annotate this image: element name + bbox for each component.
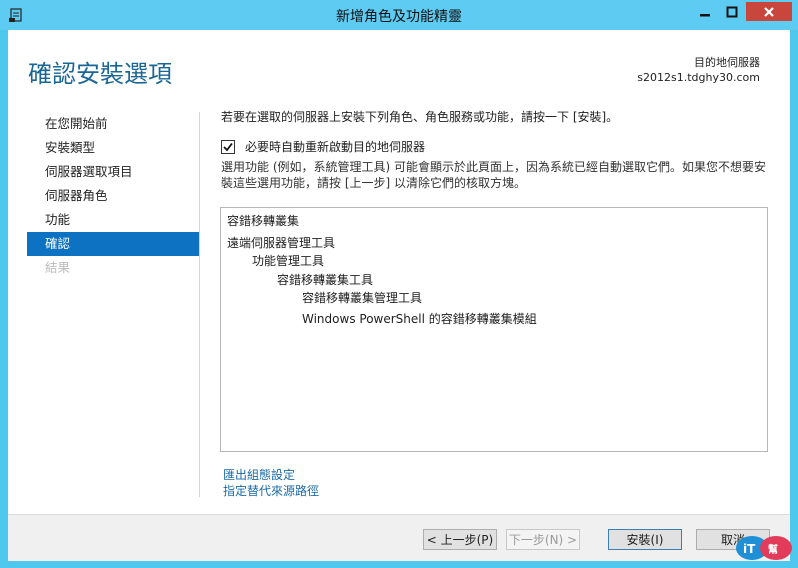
minimize-button[interactable] bbox=[692, 2, 718, 21]
step-server-roles[interactable]: 伺服器角色 bbox=[27, 184, 199, 208]
maximize-icon bbox=[726, 6, 738, 17]
watermark-logo-icon: iT 幫 bbox=[734, 532, 794, 562]
previous-button[interactable]: < 上一步(P) bbox=[423, 529, 497, 550]
step-results: 結果 bbox=[45, 260, 71, 275]
page-title: 確認安裝選項 bbox=[28, 60, 172, 88]
wizard-client: 確認安裝選項 目的地伺服器 s2012s1.tdghy30.com 在您開始前 … bbox=[8, 30, 790, 561]
feature-item: Windows PowerShell 的容錯移轉叢集模組 bbox=[302, 312, 537, 326]
alternate-source-link[interactable]: 指定替代來源路徑 bbox=[223, 482, 319, 499]
wizard-footer: < 上一步(P) 下一步(N) > 安裝(I) 取消 bbox=[8, 514, 790, 561]
window-title: 新增角色及功能精靈 bbox=[336, 9, 462, 25]
close-icon bbox=[764, 6, 774, 17]
destination-server-name: s2012s1.tdghy30.com bbox=[637, 71, 760, 84]
restart-label: 必要時自動重新啟動目的地伺服器 bbox=[245, 140, 426, 154]
step-server-selection[interactable]: 伺服器選取項目 bbox=[27, 160, 199, 184]
wizard-header: 確認安裝選項 目的地伺服器 s2012s1.tdghy30.com bbox=[8, 30, 790, 108]
feature-item: 容錯移轉叢集管理工具 bbox=[302, 291, 423, 305]
svg-text:iT: iT bbox=[743, 542, 756, 556]
export-configuration-link[interactable]: 匯出組態設定 bbox=[223, 466, 295, 483]
feature-list[interactable]: 容錯移轉叢集 遠端伺服器管理工具 功能管理工具 容錯移轉叢集工具 容錯移轉叢集管… bbox=[220, 207, 768, 452]
intro-text: 若要在選取的伺服器上安裝下列角色、角色服務或功能，請按一下 [安裝]。 bbox=[221, 110, 619, 124]
confirmation-content: 若要在選取的伺服器上安裝下列角色、角色服務或功能，請按一下 [安裝]。 必要時自… bbox=[221, 108, 769, 190]
step-features[interactable]: 功能 bbox=[27, 208, 199, 232]
title-bar: 新增角色及功能精靈 bbox=[0, 0, 798, 30]
step-installation-type[interactable]: 安裝類型 bbox=[27, 136, 199, 160]
svg-text:幫: 幫 bbox=[768, 543, 778, 556]
feature-item: 容錯移轉叢集工具 bbox=[277, 273, 374, 287]
restart-checkbox[interactable] bbox=[221, 139, 235, 154]
feature-item: 容錯移轉叢集 bbox=[227, 214, 300, 228]
optional-features-note: 選用功能 (例如，系統管理工具) 可能會顯示於此頁面上，因為系統已經自動選取它們… bbox=[221, 160, 766, 190]
restart-option[interactable]: 必要時自動重新啟動目的地伺服器 bbox=[221, 138, 425, 155]
maximize-button[interactable] bbox=[719, 2, 745, 21]
destination-server: 目的地伺服器 s2012s1.tdghy30.com bbox=[637, 55, 760, 85]
minimize-icon bbox=[700, 13, 710, 16]
feature-item: 遠端伺服器管理工具 bbox=[227, 236, 336, 250]
step-confirmation[interactable]: 確認 bbox=[27, 232, 199, 256]
checkmark-icon bbox=[223, 142, 233, 151]
destination-label: 目的地伺服器 bbox=[694, 56, 760, 69]
step-before-you-begin[interactable]: 在您開始前 bbox=[27, 112, 199, 136]
close-button[interactable] bbox=[746, 2, 792, 21]
wizard-steps: 在您開始前 安裝類型 伺服器選取項目 伺服器角色 功能 確認 結果 bbox=[27, 112, 199, 280]
install-button[interactable]: 安裝(I) bbox=[608, 529, 682, 550]
sidebar-divider bbox=[199, 112, 200, 497]
feature-item: 功能管理工具 bbox=[252, 254, 325, 268]
next-button: 下一步(N) > bbox=[506, 529, 580, 550]
